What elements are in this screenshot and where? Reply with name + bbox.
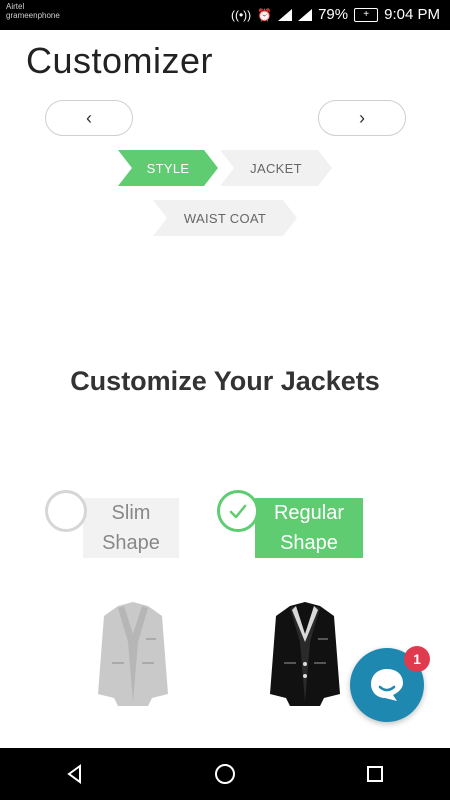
regular-shape-option[interactable]: Regular Shape [217,490,367,558]
battery-percentage: 79% [318,6,349,23]
status-bar: Airtel grameenphone ((•)) ⏰ 79% + 9:04 P… [0,0,450,30]
hotspot-icon: ((•)) [230,7,252,22]
next-button[interactable]: › [318,100,406,136]
page-title: Customizer [26,40,214,81]
signal-icon [278,8,293,21]
battery-icon: + [354,7,379,22]
step-style[interactable]: STYLE [118,150,218,186]
step-waist-coat[interactable]: WAIST COAT [153,200,297,236]
section-title: Customize Your Jackets [70,366,380,396]
back-icon[interactable] [35,759,115,789]
regular-shape-label[interactable]: Regular Shape [255,498,363,558]
chat-bubble-icon [371,669,403,701]
clock: 9:04 PM [384,6,440,23]
checkmark-icon [229,504,247,519]
regular-radio[interactable] [217,490,259,532]
chevron-right-icon: › [359,107,365,128]
signal-icon-2 [298,8,313,21]
prev-button[interactable]: ‹ [45,100,133,136]
chat-badge: 1 [404,646,430,672]
chevron-left-icon: ‹ [86,107,92,128]
slim-jacket-image[interactable] [88,598,178,708]
system-nav-bar [0,748,450,800]
slim-shape-option[interactable]: Slim Shape [45,490,185,558]
alarm-icon: ⏰ [257,7,273,22]
slim-shape-label[interactable]: Slim Shape [83,498,179,558]
home-icon[interactable] [185,759,265,789]
carrier-name: Airtel grameenphone [6,2,60,20]
jacket-icon-regular [270,602,340,706]
recents-icon[interactable] [335,759,415,789]
step-jacket[interactable]: JACKET [220,150,332,186]
jacket-icon [98,602,168,706]
regular-jacket-image[interactable] [260,598,350,708]
slim-radio[interactable] [45,490,87,532]
status-icons: ((•)) ⏰ 79% + 9:04 PM [231,6,440,23]
